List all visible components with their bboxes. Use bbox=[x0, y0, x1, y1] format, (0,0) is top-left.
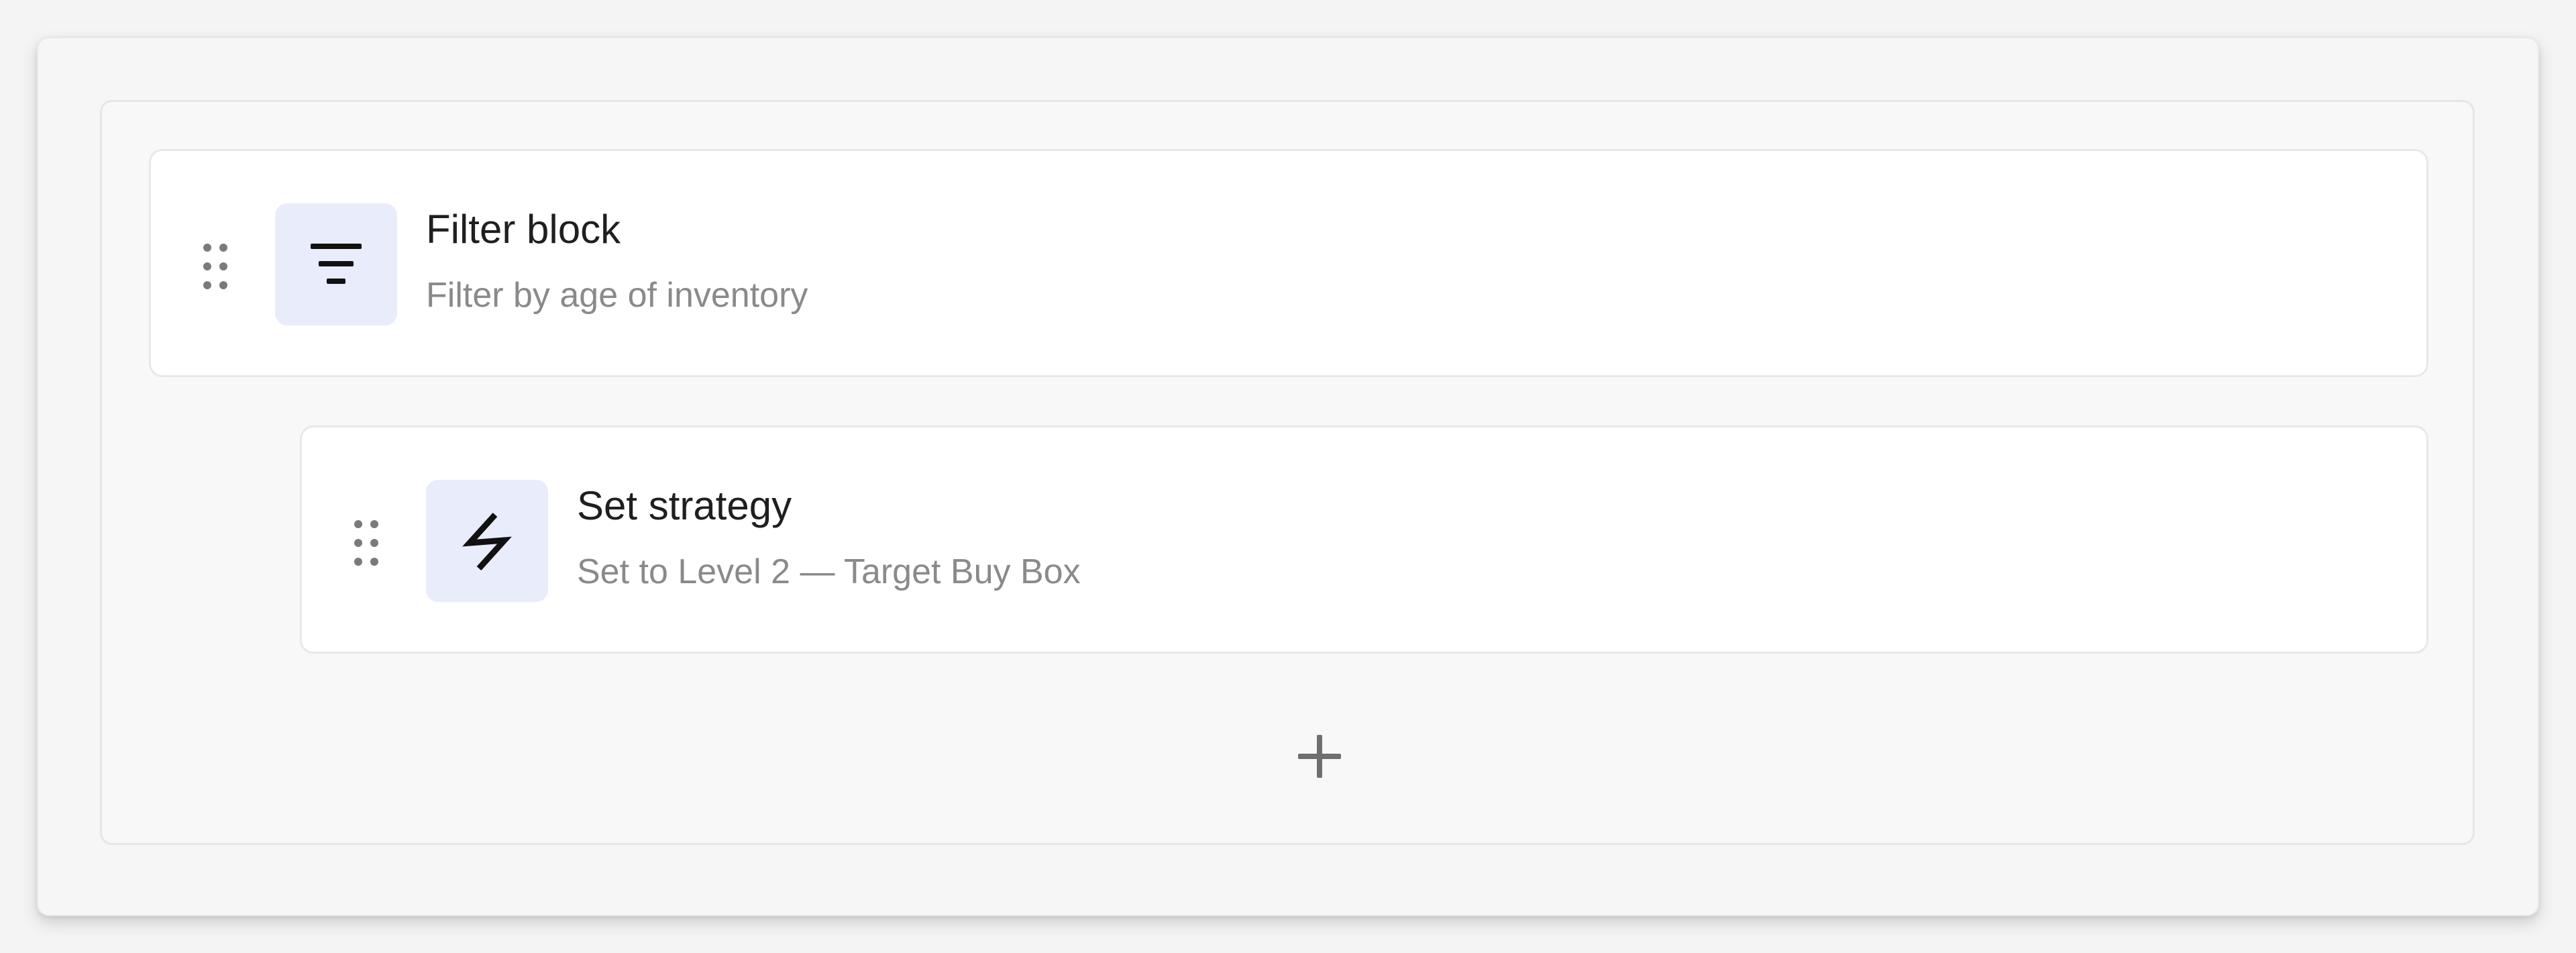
plus-icon bbox=[1298, 735, 1341, 778]
filter-icon bbox=[275, 203, 397, 325]
filter-block-title: Filter block bbox=[426, 207, 621, 252]
drag-handle-icon[interactable] bbox=[354, 520, 384, 566]
filter-block-card[interactable]: Filter block Filter by age of inventory bbox=[149, 149, 2428, 377]
set-strategy-subtitle: Set to Level 2 — Target Buy Box bbox=[577, 552, 1081, 591]
set-strategy-card[interactable]: Set strategy Set to Level 2 — Target Buy… bbox=[300, 425, 2428, 654]
lightning-bolt-icon bbox=[426, 480, 548, 602]
set-strategy-title: Set strategy bbox=[577, 483, 792, 528]
workflow-outer-panel: Filter block Filter by age of inventory … bbox=[37, 37, 2539, 916]
workflow-block-list: Filter block Filter by age of inventory … bbox=[100, 100, 2475, 845]
filter-block-subtitle: Filter by age of inventory bbox=[426, 276, 808, 315]
add-block-button[interactable] bbox=[1289, 726, 1350, 787]
drag-handle-icon[interactable] bbox=[203, 244, 233, 289]
